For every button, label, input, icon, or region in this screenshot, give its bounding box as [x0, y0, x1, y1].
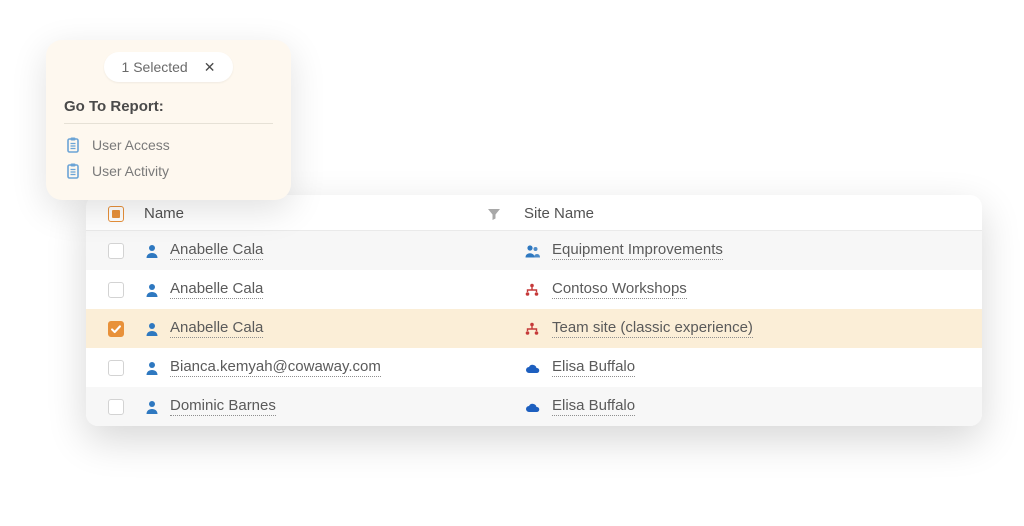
column-header-label: Name — [144, 205, 184, 222]
column-header-site[interactable]: Site Name — [524, 205, 960, 222]
report-link-label: User Activity — [92, 163, 169, 179]
org-icon — [524, 321, 542, 337]
table-row: Anabelle Cala Equipment Improvements — [86, 231, 982, 270]
clear-selection-button[interactable]: ✕ — [204, 60, 216, 74]
user-icon — [144, 399, 160, 415]
column-header-name[interactable]: Name — [144, 205, 524, 222]
table-body: Anabelle CalaEquipment ImprovementsAnabe… — [86, 231, 982, 426]
name-cell: Anabelle Cala — [144, 280, 524, 299]
group-icon — [524, 243, 542, 259]
site-link[interactable]: Equipment Improvements — [552, 241, 723, 260]
select-all-checkbox[interactable] — [108, 206, 124, 222]
clipboard-icon — [64, 136, 82, 154]
site-cell: Equipment Improvements — [524, 241, 960, 260]
selection-popup: 1 Selected ✕ Go To Report: User Access U… — [46, 40, 291, 200]
row-checkbox-cell — [108, 321, 144, 337]
user-icon — [144, 243, 160, 259]
row-checkbox[interactable] — [108, 243, 124, 259]
row-checkbox-cell — [108, 282, 144, 298]
clipboard-icon — [64, 162, 82, 180]
name-link[interactable]: Anabelle Cala — [170, 280, 263, 299]
name-link[interactable]: Anabelle Cala — [170, 241, 263, 260]
report-link-user-activity[interactable]: User Activity — [64, 158, 273, 184]
header-checkbox-cell — [108, 206, 144, 222]
site-link[interactable]: Elisa Buffalo — [552, 358, 635, 377]
site-link[interactable]: Elisa Buffalo — [552, 397, 635, 416]
site-cell: Team site (classic experience) — [524, 319, 960, 338]
row-checkbox[interactable] — [108, 360, 124, 376]
popup-body: Go To Report: User Access User Activity — [46, 88, 291, 200]
site-cell: Elisa Buffalo — [524, 358, 960, 377]
indeterminate-mark — [112, 210, 120, 218]
name-cell: Anabelle Cala — [144, 241, 524, 260]
filter-icon[interactable] — [486, 206, 502, 222]
site-cell: Contoso Workshops — [524, 280, 960, 299]
report-link-user-access[interactable]: User Access — [64, 132, 273, 158]
row-checkbox-cell — [108, 243, 144, 259]
name-link[interactable]: Dominic Barnes — [170, 397, 276, 416]
user-icon — [144, 321, 160, 337]
selection-pill: 1 Selected ✕ — [104, 52, 234, 82]
site-cell: Elisa Buffalo — [524, 397, 960, 416]
results-table: Name Site Name Anabelle Cala Equipment Im… — [86, 195, 982, 426]
popup-title: Go To Report: — [64, 98, 273, 124]
popup-header: 1 Selected ✕ — [46, 40, 291, 88]
table-row: Anabelle Cala Team site (classic experien… — [86, 309, 982, 348]
user-icon — [144, 282, 160, 298]
org-icon — [524, 282, 542, 298]
name-link[interactable]: Anabelle Cala — [170, 319, 263, 338]
cloud-icon — [524, 399, 542, 415]
row-checkbox-cell — [108, 360, 144, 376]
table-row: Bianca.kemyah@cowaway.com Elisa Buffalo — [86, 348, 982, 387]
name-cell: Dominic Barnes — [144, 397, 524, 416]
name-link[interactable]: Bianca.kemyah@cowaway.com — [170, 358, 381, 377]
row-checkbox[interactable] — [108, 321, 124, 337]
row-checkbox[interactable] — [108, 282, 124, 298]
site-link[interactable]: Team site (classic experience) — [552, 319, 753, 338]
selection-count-label: 1 Selected — [122, 59, 188, 75]
table-header-row: Name Site Name — [86, 195, 982, 231]
table-row: Anabelle Cala Contoso Workshops — [86, 270, 982, 309]
cloud-icon — [524, 360, 542, 376]
column-header-label: Site Name — [524, 205, 594, 222]
table-row: Dominic Barnes Elisa Buffalo — [86, 387, 982, 426]
row-checkbox-cell — [108, 399, 144, 415]
name-cell: Anabelle Cala — [144, 319, 524, 338]
user-icon — [144, 360, 160, 376]
name-cell: Bianca.kemyah@cowaway.com — [144, 358, 524, 377]
site-link[interactable]: Contoso Workshops — [552, 280, 687, 299]
row-checkbox[interactable] — [108, 399, 124, 415]
report-link-label: User Access — [92, 137, 170, 153]
